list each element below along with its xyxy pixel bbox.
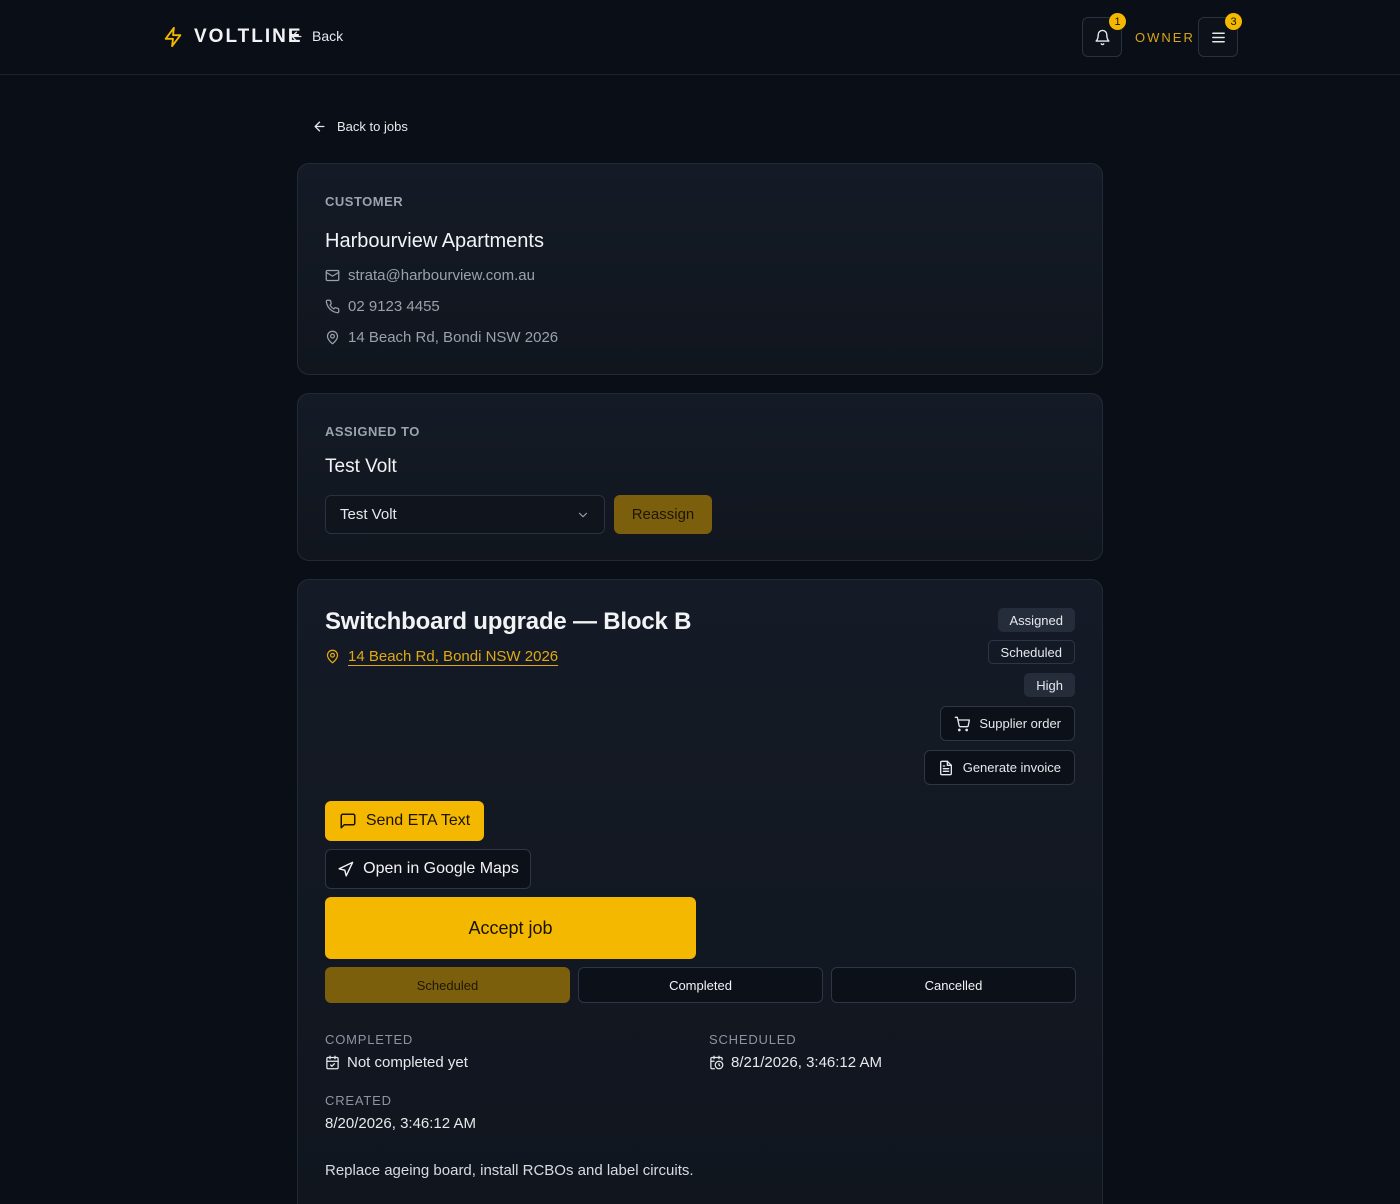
back-to-jobs-label: Back to jobs [337,119,408,134]
created-value: 8/20/2026, 3:46:12 AM [325,1115,476,1132]
open-maps-label: Open in Google Maps [363,860,519,877]
brand-name: VOLTLINE [194,26,303,47]
file-text-icon [939,760,952,775]
calendar-clock-icon [710,1055,724,1070]
job-title: Switchboard upgrade — Block B [325,608,692,635]
completed-value-row: Not completed yet [325,1054,468,1071]
customer-address-row: 14 Beach Rd, Bondi NSW 2026 [325,329,558,346]
supplier-order-label: Supplier order [979,716,1061,731]
job-card: Switchboard upgrade — Block B 14 Beach R… [297,579,1103,1204]
customer-email: strata@harbourview.com.au [348,267,535,284]
notifications-badge: 1 [1109,13,1126,30]
assignee-name: Test Volt [325,456,397,477]
job-address: 14 Beach Rd, Bondi NSW 2026 [348,648,559,665]
menu-icon [1211,32,1225,42]
created-label: CREATED [325,1093,392,1108]
generate-invoice-label: Generate invoice [962,760,1061,775]
status-option-completed[interactable]: Completed [578,967,823,1003]
status-badge-assigned: Assigned [997,608,1075,632]
back-to-jobs-link[interactable]: Back to jobs [312,119,408,134]
reassign-button[interactable]: Reassign [614,495,712,534]
send-eta-button[interactable]: Send ETA Text [325,801,484,841]
job-description: Replace ageing board, install RCBOs and … [325,1162,694,1179]
phone-icon [325,299,340,314]
menu-button[interactable]: 3 [1198,13,1242,57]
calendar-check-icon [326,1055,339,1070]
assignee-select[interactable]: Test Volt [325,495,605,534]
mail-icon [325,269,340,282]
customer-address: 14 Beach Rd, Bondi NSW 2026 [348,329,559,346]
lightning-icon [164,26,182,48]
cart-icon [955,716,971,731]
scheduled-label: SCHEDULED [709,1032,797,1047]
customer-name: Harbourview Apartments [325,230,544,252]
arrow-left-icon [291,31,302,41]
supplier-order-button[interactable]: Supplier order [940,706,1075,741]
brand-logo[interactable]: VOLTLINE [162,25,303,49]
job-address-link[interactable]: 14 Beach Rd, Bondi NSW 2026 [325,648,558,665]
completed-label: COMPLETED [325,1032,414,1047]
priority-badge: High [1024,673,1075,697]
customer-card: CUSTOMER Harbourview Apartments strata@h… [297,163,1103,375]
customer-phone-row: 02 9123 4455 [325,298,440,315]
scheduled-value: 8/21/2026, 3:46:12 AM [731,1054,882,1071]
assignment-card: ASSIGNED TO Test Volt Test Volt Reassign [297,393,1103,561]
status-option-cancelled[interactable]: Cancelled [831,967,1076,1003]
arrow-left-icon [314,121,325,132]
status-badge-scheduled: Scheduled [987,640,1075,664]
top-back-link[interactable]: Back [289,28,343,44]
customer-email-row: strata@harbourview.com.au [325,267,535,284]
open-maps-button[interactable]: Open in Google Maps [325,849,531,889]
send-eta-label: Send ETA Text [365,812,471,829]
assigned-section-label: ASSIGNED TO [325,424,420,439]
map-pin-icon [326,330,339,345]
role-label: OWNER [1135,30,1195,45]
assignee-select-value: Test Volt [340,506,397,523]
top-back-label: Back [312,28,344,44]
accept-job-button[interactable]: Accept job [325,897,696,959]
status-option-scheduled[interactable]: Scheduled [325,967,570,1003]
top-bar: VOLTLINE Back 1 OWNER 3 [0,0,1400,75]
generate-invoice-button[interactable]: Generate invoice [923,750,1075,785]
menu-badge: 3 [1225,13,1242,30]
customer-section-label: CUSTOMER [325,194,404,209]
message-square-icon [340,813,356,829]
map-pin-icon [326,649,339,664]
chevron-down-icon [578,512,588,517]
bell-icon [1094,29,1110,45]
completed-value: Not completed yet [347,1054,468,1071]
scheduled-value-row: 8/21/2026, 3:46:12 AM [709,1054,882,1071]
notifications-button[interactable]: 1 [1082,13,1126,57]
customer-phone: 02 9123 4455 [348,298,440,315]
navigation-icon [338,861,354,877]
